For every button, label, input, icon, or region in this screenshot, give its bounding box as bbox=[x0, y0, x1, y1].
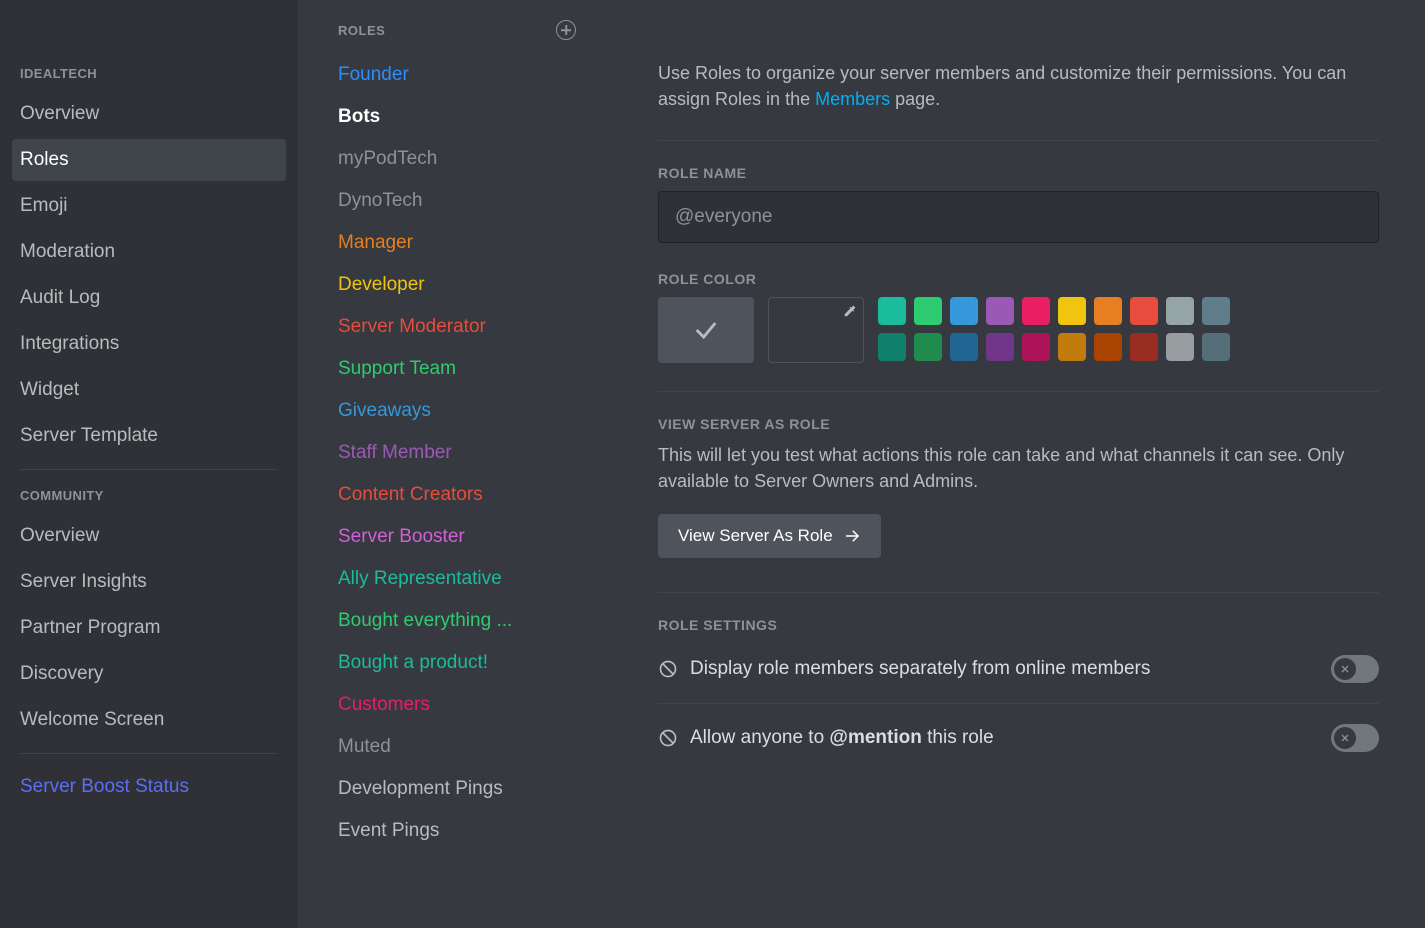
role-list-item[interactable]: Developer bbox=[338, 264, 576, 306]
color-swatch[interactable] bbox=[878, 333, 906, 361]
sidebar-item-emoji[interactable]: Emoji bbox=[12, 185, 286, 227]
divider bbox=[658, 592, 1379, 593]
color-swatch[interactable] bbox=[914, 333, 942, 361]
role-list-item[interactable]: Ally Representative bbox=[338, 558, 576, 600]
sidebar-item-community-overview[interactable]: Overview bbox=[12, 515, 286, 557]
role-list-item[interactable]: Giveaways bbox=[338, 390, 576, 432]
role-list-item[interactable]: Support Team bbox=[338, 348, 576, 390]
color-swatch[interactable] bbox=[1166, 333, 1194, 361]
check-icon bbox=[692, 316, 720, 344]
x-icon bbox=[1339, 663, 1351, 675]
sidebar-item-audit-log[interactable]: Audit Log bbox=[12, 277, 286, 319]
sidebar-item-roles[interactable]: Roles bbox=[12, 139, 286, 181]
role-list-item[interactable]: Muted bbox=[338, 726, 576, 768]
role-list-item[interactable]: myPodTech bbox=[338, 138, 576, 180]
color-swatch[interactable] bbox=[986, 333, 1014, 361]
sidebar-item-server-template[interactable]: Server Template bbox=[12, 415, 286, 457]
setting-allow-mention: Allow anyone to @mention this role bbox=[658, 712, 1379, 764]
sidebar-item-moderation[interactable]: Moderation bbox=[12, 231, 286, 273]
color-swatch[interactable] bbox=[950, 333, 978, 361]
color-swatch[interactable] bbox=[1058, 297, 1086, 325]
color-swatch[interactable] bbox=[914, 297, 942, 325]
divider bbox=[658, 391, 1379, 392]
role-name-label: ROLE NAME bbox=[658, 165, 1379, 181]
roles-description: Use Roles to organize your server member… bbox=[658, 60, 1379, 112]
color-swatch[interactable] bbox=[1022, 333, 1050, 361]
role-name-input[interactable] bbox=[658, 191, 1379, 243]
sidebar-item-overview[interactable]: Overview bbox=[12, 93, 286, 135]
divider bbox=[658, 140, 1379, 141]
color-custom-swatch[interactable] bbox=[768, 297, 864, 363]
role-list-item[interactable]: Manager bbox=[338, 222, 576, 264]
sidebar-item-server-insights[interactable]: Server Insights bbox=[12, 561, 286, 603]
sidebar-divider bbox=[20, 753, 278, 754]
role-list-item[interactable]: Founder bbox=[338, 54, 576, 96]
roles-header-label: ROLES bbox=[338, 23, 385, 38]
setting-label: Display role members separately from onl… bbox=[690, 658, 1150, 680]
color-default-swatch[interactable] bbox=[658, 297, 754, 363]
color-swatch[interactable] bbox=[1130, 333, 1158, 361]
sidebar-item-discovery[interactable]: Discovery bbox=[12, 653, 286, 695]
members-link[interactable]: Members bbox=[815, 89, 890, 109]
color-swatch[interactable] bbox=[1094, 297, 1122, 325]
color-swatch[interactable] bbox=[1166, 297, 1194, 325]
arrow-right-icon bbox=[843, 527, 861, 545]
color-swatch[interactable] bbox=[1130, 297, 1158, 325]
color-swatch[interactable] bbox=[986, 297, 1014, 325]
sidebar-divider bbox=[20, 469, 278, 470]
color-swatch[interactable] bbox=[950, 297, 978, 325]
setting-toggle[interactable] bbox=[1331, 724, 1379, 752]
role-list-item[interactable]: Server Booster bbox=[338, 516, 576, 558]
role-list-item[interactable]: Event Pings bbox=[338, 810, 576, 852]
role-list-item[interactable]: Bought a product! bbox=[338, 642, 576, 684]
color-swatch[interactable] bbox=[878, 297, 906, 325]
color-swatch[interactable] bbox=[1022, 297, 1050, 325]
color-swatch[interactable] bbox=[1094, 333, 1122, 361]
role-list-item[interactable]: Content Creators bbox=[338, 474, 576, 516]
x-icon bbox=[1339, 732, 1351, 744]
view-as-button-label: View Server As Role bbox=[678, 526, 833, 546]
role-settings-label: ROLE SETTINGS bbox=[658, 617, 1379, 633]
sidebar-item-server-boost[interactable]: Server Boost Status bbox=[12, 766, 286, 808]
divider bbox=[658, 703, 1379, 704]
role-list-item[interactable]: DynoTech bbox=[338, 180, 576, 222]
role-list-item[interactable]: Development Pings bbox=[338, 768, 576, 810]
roles-list-panel: ROLES FounderBotsmyPodTechDynoTechManage… bbox=[298, 0, 598, 928]
sidebar-section-community: COMMUNITY bbox=[12, 482, 286, 509]
no-entry-icon bbox=[658, 659, 678, 679]
view-server-as-role-button[interactable]: View Server As Role bbox=[658, 514, 881, 558]
view-as-role-description: This will let you test what actions this… bbox=[658, 442, 1379, 494]
role-list-item[interactable]: Server Moderator bbox=[338, 306, 576, 348]
add-role-icon[interactable] bbox=[556, 20, 576, 40]
no-entry-icon bbox=[658, 728, 678, 748]
color-swatch[interactable] bbox=[1202, 297, 1230, 325]
color-swatch[interactable] bbox=[1058, 333, 1086, 361]
role-list-item[interactable]: Bought everything ... bbox=[338, 600, 576, 642]
color-swatch[interactable] bbox=[1202, 333, 1230, 361]
sidebar-section-server: IDEALTECH bbox=[12, 60, 286, 87]
sidebar-item-integrations[interactable]: Integrations bbox=[12, 323, 286, 365]
role-list-item[interactable]: Bots bbox=[338, 96, 576, 138]
setting-toggle[interactable] bbox=[1331, 655, 1379, 683]
view-as-role-label: VIEW SERVER AS ROLE bbox=[658, 416, 1379, 432]
role-settings-panel: Use Roles to organize your server member… bbox=[598, 0, 1425, 928]
sidebar-item-widget[interactable]: Widget bbox=[12, 369, 286, 411]
sidebar-item-partner-program[interactable]: Partner Program bbox=[12, 607, 286, 649]
role-list-item[interactable]: Customers bbox=[338, 684, 576, 726]
setting-label: Allow anyone to @mention this role bbox=[690, 727, 994, 749]
settings-sidebar: IDEALTECH Overview Roles Emoji Moderatio… bbox=[0, 0, 298, 928]
sidebar-item-welcome-screen[interactable]: Welcome Screen bbox=[12, 699, 286, 741]
role-color-label: ROLE COLOR bbox=[658, 271, 1379, 287]
role-list-item[interactable]: Staff Member bbox=[338, 432, 576, 474]
eyedropper-icon bbox=[843, 304, 857, 318]
setting-display-separately: Display role members separately from onl… bbox=[658, 643, 1379, 695]
